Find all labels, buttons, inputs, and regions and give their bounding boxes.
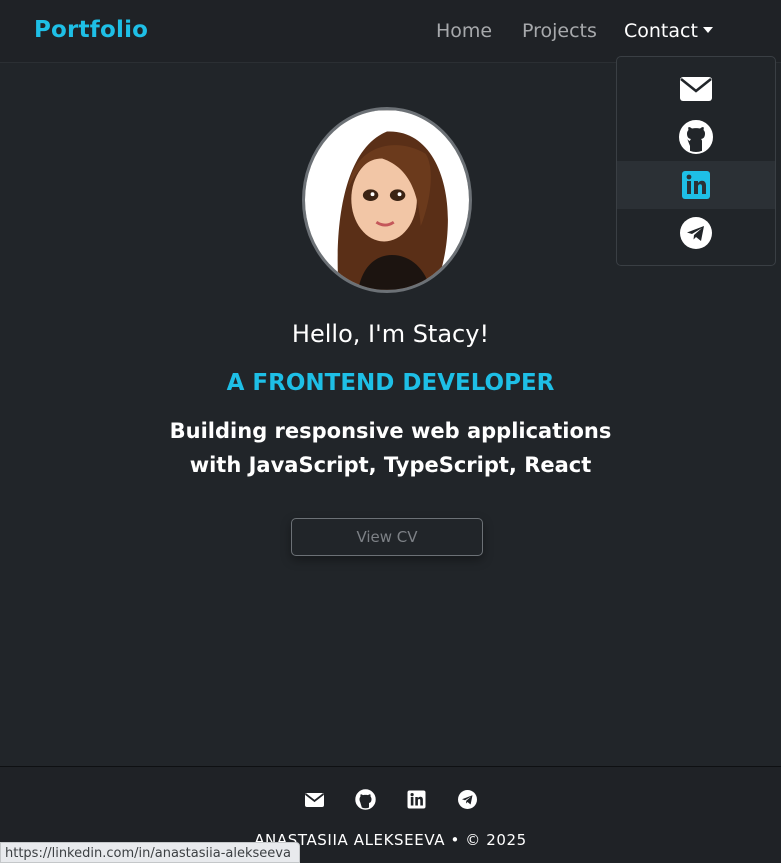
dropdown-item-telegram[interactable] [617, 209, 775, 257]
footer-social-links [0, 789, 781, 810]
dropdown-item-email[interactable] [617, 65, 775, 113]
nav-projects[interactable]: Projects [522, 20, 597, 42]
footer-telegram-link[interactable] [457, 789, 478, 810]
view-cv-button[interactable]: View CV [291, 518, 483, 556]
footer-linkedin-link[interactable] [406, 789, 427, 810]
telegram-icon [680, 217, 712, 249]
greeting-heading: Hello, I'm Stacy! [291, 320, 490, 348]
telegram-icon [457, 790, 477, 809]
tagline-line-2: with JavaScript, TypeScript, React [189, 453, 592, 477]
tagline: Building responsive web applications wit… [0, 414, 781, 482]
footer-email-link[interactable] [304, 789, 325, 810]
linkedin-icon [407, 790, 425, 809]
nav-contact-label: Contact [624, 20, 698, 42]
footer-github-link[interactable] [354, 789, 376, 810]
navbar: Portfolio Home Projects Contact [0, 0, 781, 63]
browser-status-url: https://linkedin.com/in/anastasiia-aleks… [0, 842, 300, 863]
role-heading: A FRONTEND DEVELOPER [226, 370, 555, 396]
caret-down-icon [702, 27, 713, 33]
envelope-icon [304, 793, 324, 807]
avatar-illustration [305, 110, 469, 290]
nav-contact-dropdown-toggle[interactable]: Contact [624, 20, 713, 42]
envelope-icon [680, 77, 712, 101]
linkedin-icon [682, 171, 710, 199]
github-icon [354, 789, 376, 810]
avatar [302, 107, 472, 293]
contact-dropdown-menu [616, 56, 776, 266]
brand-logo[interactable]: Portfolio [34, 17, 148, 43]
nav-home[interactable]: Home [436, 20, 492, 42]
github-icon [679, 120, 713, 154]
dropdown-item-linkedin[interactable] [617, 161, 775, 209]
tagline-line-1: Building responsive web applications [169, 419, 612, 443]
dropdown-item-github[interactable] [617, 113, 775, 161]
